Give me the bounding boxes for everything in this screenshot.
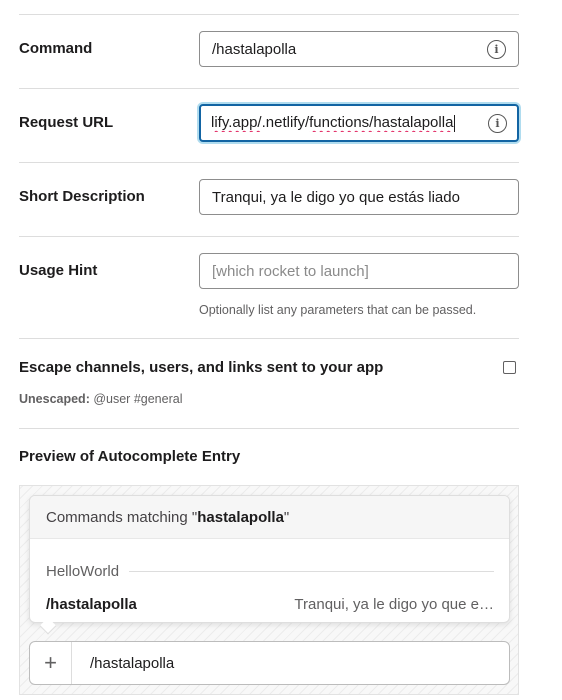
autocomplete-entry[interactable]: /hastalapolla Tranqui, ya le digo yo que…: [46, 596, 494, 613]
unescaped-note: Unescaped: @user #general: [19, 392, 183, 406]
slash-command-form: Command /hastalapolla i Request URL lify…: [0, 0, 562, 700]
info-icon[interactable]: i: [488, 113, 507, 133]
usage-hint-help: Optionally list any parameters that can …: [199, 303, 477, 317]
divider: [19, 14, 519, 15]
request-url-field[interactable]: lify.app/.netlify/functions/hastalapolla…: [199, 104, 519, 142]
request-url-value: lify.app/.netlify/functions/hastalapolla: [211, 114, 456, 132]
entry-command: /hastalapolla: [46, 596, 137, 613]
short-description-label: Short Description: [19, 188, 145, 205]
command-value: /hastalapolla: [212, 40, 297, 58]
short-description-value: Tranqui, ya le digo yo que estás liado: [212, 188, 460, 206]
divider: [19, 88, 519, 89]
info-icon[interactable]: i: [487, 39, 506, 59]
popup-header: Commands matching " hastalapolla ": [30, 496, 509, 539]
divider: [19, 162, 519, 163]
request-url-label: Request URL: [19, 114, 114, 131]
usage-hint-label: Usage Hint: [19, 262, 98, 279]
autocomplete-popup: Commands matching " hastalapolla " HelloWo…: [29, 495, 510, 623]
divider: [19, 236, 519, 237]
entry-description: Tranqui, ya le digo yo que e…: [294, 596, 494, 613]
plus-icon[interactable]: +: [30, 642, 72, 684]
escape-checkbox[interactable]: [503, 361, 516, 374]
composer-text: /hastalapolla: [90, 654, 175, 672]
preview-title: Preview of Autocomplete Entry: [19, 448, 241, 465]
command-field[interactable]: /hastalapolla i: [199, 31, 519, 67]
divider: [19, 428, 519, 429]
command-label: Command: [19, 40, 93, 57]
usage-hint-placeholder: [which rocket to launch]: [212, 262, 369, 280]
autocomplete-preview: Commands matching " hastalapolla " HelloWo…: [19, 485, 519, 695]
message-composer[interactable]: + /hastalapolla: [29, 641, 510, 685]
escape-label: Escape channels, users, and links sent t…: [19, 359, 384, 376]
app-group-header: HelloWorld: [46, 563, 494, 580]
short-description-field[interactable]: Tranqui, ya le digo yo que estás liado: [199, 179, 519, 215]
divider: [19, 338, 519, 339]
usage-hint-field[interactable]: [which rocket to launch]: [199, 253, 519, 289]
